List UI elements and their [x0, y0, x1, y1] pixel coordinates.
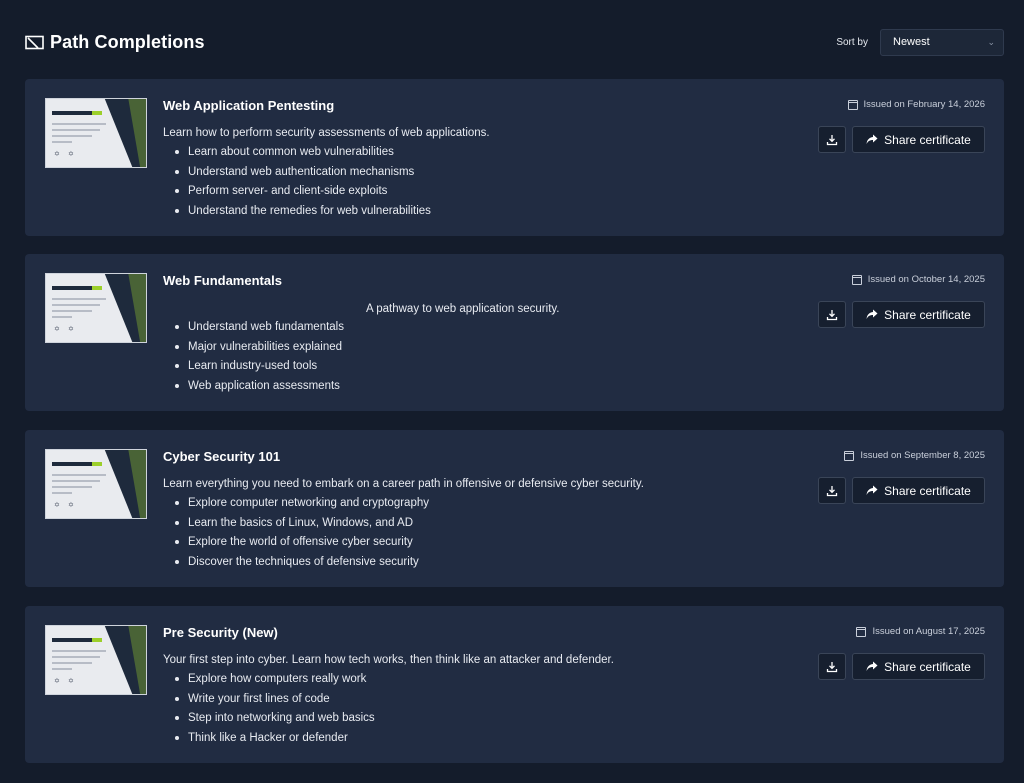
- card-actions: Share certificate: [818, 126, 985, 153]
- page-title-group: Path Completions: [25, 32, 205, 53]
- download-button[interactable]: [818, 477, 846, 504]
- bullet-item: Understand the remedies for web vulnerab…: [173, 203, 431, 223]
- issued-date: Issued on October 14, 2025: [851, 274, 985, 285]
- bullet-item: Step into networking and web basics: [173, 710, 375, 730]
- issued-date: Issued on August 17, 2025: [856, 626, 985, 637]
- download-icon: [826, 485, 838, 496]
- download-button[interactable]: [818, 653, 846, 680]
- bullet-item: Learn industry-used tools: [173, 358, 344, 378]
- card-title: Web Application Pentesting: [163, 98, 335, 113]
- page-header: Path Completions Sort by Newest ⌄: [25, 27, 1004, 57]
- bullet-item: Write your first lines of code: [173, 691, 375, 711]
- sort-select[interactable]: Newest ⌄: [880, 28, 1004, 56]
- bullet-item: Discover the techniques of defensive sec…: [173, 554, 429, 574]
- issued-date: Issued on February 14, 2026: [847, 99, 985, 110]
- issued-date: Issued on September 8, 2025: [844, 450, 985, 461]
- certificate-icon: [25, 35, 44, 49]
- card-title: Cyber Security 101: [163, 449, 281, 464]
- bullet-item: Understand web fundamentals: [173, 319, 344, 339]
- bullet-item: Explore computer networking and cryptogr…: [173, 495, 429, 515]
- card-actions: Share certificate: [818, 301, 985, 328]
- calendar-icon: [844, 450, 855, 461]
- certificate-thumbnail[interactable]: ✡ ✡: [45, 98, 147, 168]
- card-actions: Share certificate: [818, 477, 985, 504]
- share-arrow-icon: [866, 309, 878, 319]
- share-certificate-label: Share certificate: [884, 659, 971, 674]
- card-bullet-list: Explore how computers really work Write …: [173, 671, 375, 749]
- issued-date-text: Issued on October 14, 2025: [867, 274, 985, 285]
- bullet-item: Major vulnerabilities explained: [173, 339, 344, 359]
- path-card-pre-security: ✡ ✡ Pre Security (New) Your first step i…: [25, 606, 1004, 763]
- share-certificate-label: Share certificate: [884, 483, 971, 498]
- bullet-item: Web application assessments: [173, 378, 344, 398]
- share-certificate-button[interactable]: Share certificate: [852, 477, 985, 504]
- card-bullet-list: Explore computer networking and cryptogr…: [173, 495, 429, 573]
- download-icon: [826, 661, 838, 672]
- card-actions: Share certificate: [818, 653, 985, 680]
- card-bullet-list: Learn about common web vulnerabilities U…: [173, 144, 431, 222]
- calendar-icon: [851, 274, 862, 285]
- card-description: A pathway to web application security.: [366, 303, 560, 315]
- calendar-icon: [847, 99, 858, 110]
- sort-value: Newest: [893, 36, 930, 48]
- card-description: Your first step into cyber. Learn how te…: [163, 654, 614, 666]
- download-icon: [826, 134, 838, 145]
- share-arrow-icon: [866, 661, 878, 671]
- share-arrow-icon: [866, 485, 878, 495]
- bullet-item: Explore how computers really work: [173, 671, 375, 691]
- download-icon: [826, 309, 838, 320]
- share-certificate-button[interactable]: Share certificate: [852, 126, 985, 153]
- path-card-web-fundamentals: ✡ ✡ Web Fundamentals A pathway to web ap…: [25, 254, 1004, 411]
- download-button[interactable]: [818, 126, 846, 153]
- sort-control: Sort by Newest ⌄: [836, 28, 1004, 56]
- bullet-item: Perform server- and client-side exploits: [173, 183, 431, 203]
- bullet-item: Learn about common web vulnerabilities: [173, 144, 431, 164]
- certificate-thumbnail[interactable]: ✡ ✡: [45, 273, 147, 343]
- issued-date-text: Issued on August 17, 2025: [872, 626, 985, 637]
- path-card-cyber-security-101: ✡ ✡ Cyber Security 101 Learn everything …: [25, 430, 1004, 587]
- bullet-item: Think like a Hacker or defender: [173, 730, 375, 750]
- card-title: Web Fundamentals: [163, 273, 282, 288]
- bullet-item: Understand web authentication mechanisms: [173, 164, 431, 184]
- share-certificate-label: Share certificate: [884, 307, 971, 322]
- issued-date-text: Issued on September 8, 2025: [860, 450, 985, 461]
- share-certificate-button[interactable]: Share certificate: [852, 653, 985, 680]
- issued-date-text: Issued on February 14, 2026: [863, 99, 985, 110]
- share-certificate-label: Share certificate: [884, 132, 971, 147]
- card-description: Learn how to perform security assessment…: [163, 127, 490, 139]
- bullet-item: Learn the basics of Linux, Windows, and …: [173, 515, 429, 535]
- certificate-thumbnail[interactable]: ✡ ✡: [45, 625, 147, 695]
- certificate-thumbnail[interactable]: ✡ ✡: [45, 449, 147, 519]
- share-arrow-icon: [866, 134, 878, 144]
- share-certificate-button[interactable]: Share certificate: [852, 301, 985, 328]
- bullet-item: Explore the world of offensive cyber sec…: [173, 534, 429, 554]
- card-bullet-list: Understand web fundamentals Major vulner…: [173, 319, 344, 397]
- path-card-web-application-pentesting: ✡ ✡ Web Application Pentesting Learn how…: [25, 79, 1004, 236]
- card-description: Learn everything you need to embark on a…: [163, 478, 644, 490]
- sort-label: Sort by: [836, 36, 868, 48]
- card-title: Pre Security (New): [163, 625, 278, 640]
- page-title: Path Completions: [50, 31, 205, 52]
- chevron-down-icon: ⌄: [987, 36, 995, 47]
- calendar-icon: [856, 626, 867, 637]
- download-button[interactable]: [818, 301, 846, 328]
